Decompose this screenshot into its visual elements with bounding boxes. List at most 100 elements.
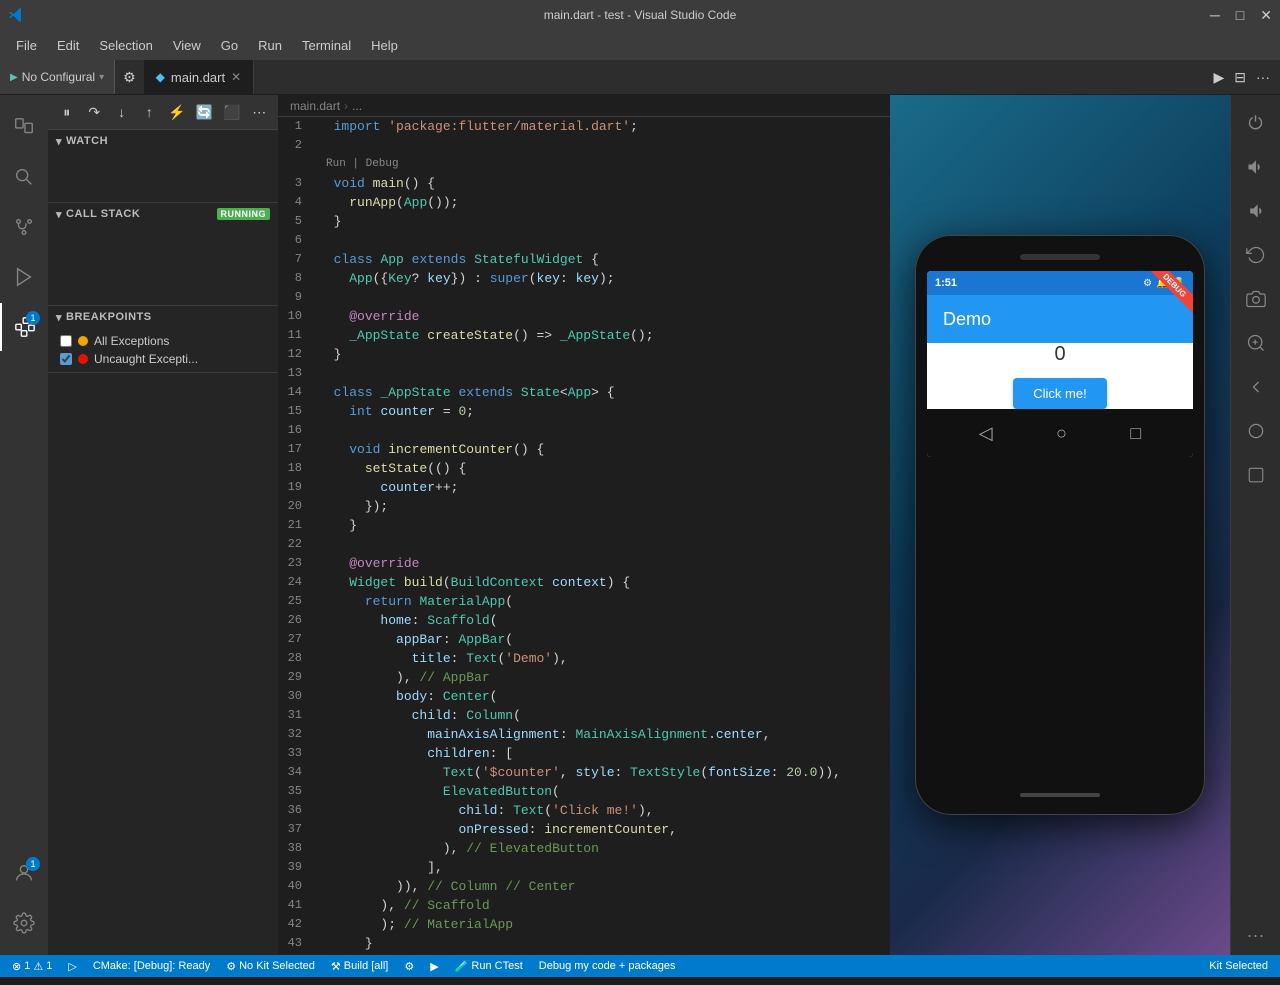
statusbar-right: Kit Selected (1205, 960, 1272, 972)
all-exceptions-label: All Exceptions (94, 334, 169, 348)
activity-extensions[interactable]: 1 (0, 303, 48, 351)
phone-recents-button[interactable]: □ (1130, 423, 1141, 444)
warning-icon: ⚠ (33, 960, 43, 973)
titlebar: main.dart - test - Visual Studio Code ─ … (0, 0, 1280, 30)
activity-bottom: 1 (0, 849, 48, 955)
breakpoints-content: All Exceptions Uncaught Excepti... (48, 328, 278, 372)
pause-button[interactable]: ⏸ (54, 98, 80, 126)
phone-counter-value: 0 (1054, 343, 1065, 366)
stop-button[interactable]: ⬛ (219, 98, 245, 126)
test-icon: 🧪 (455, 960, 469, 973)
run-config-selector[interactable]: ▶ No Configural ▾ (0, 60, 115, 94)
menu-go[interactable]: Go (213, 34, 246, 57)
call-stack-header[interactable]: ▾ CALL STACK RUNNING (48, 203, 278, 225)
warning-count: 1 (46, 960, 52, 972)
extensions-badge: 1 (26, 311, 40, 325)
phone-click-me-button[interactable]: Click me! (1013, 378, 1106, 409)
statusbar-run-button[interactable]: ▷ (64, 960, 80, 973)
volume-up-tool-button[interactable] (1236, 147, 1276, 187)
breadcrumb-separator: › (344, 99, 348, 113)
tab-close-icon[interactable]: ✕ (231, 70, 241, 84)
back-nav-tool-button[interactable] (1236, 367, 1276, 407)
statusbar-errors[interactable]: ⊗ 1 ⚠ 1 (8, 960, 56, 973)
statusbar-settings-item[interactable]: ⚙ (400, 960, 418, 973)
activity-run-debug[interactable] (0, 253, 48, 301)
run-ctest-label: Run CTest (471, 960, 522, 972)
hot-reload-button[interactable]: 🔄 (192, 98, 218, 126)
code-line-34: 34 Text('$counter', style: TextStyle(fon… (278, 763, 890, 782)
menubar: File Edit Selection View Go Run Terminal… (0, 30, 1280, 60)
watch-label: WATCH (66, 135, 108, 147)
watch-chevron-icon: ▾ (56, 135, 62, 148)
phone-home-button[interactable]: ○ (1056, 423, 1067, 444)
recents-nav-tool-button[interactable] (1236, 455, 1276, 495)
debug-tag: DEBUG (1147, 271, 1193, 313)
volume-down-tool-button[interactable] (1236, 191, 1276, 231)
phone-panel: DEBUG 1:51 ⚙ 🔔 🔋 Demo (890, 95, 1230, 955)
call-stack-label: CALL STACK (66, 208, 140, 220)
menu-run[interactable]: Run (250, 34, 290, 57)
explorer-icon (13, 116, 35, 138)
settings-gear-icon[interactable]: ⚙ (115, 69, 144, 86)
menu-view[interactable]: View (165, 34, 209, 57)
statusbar-no-kit[interactable]: ⚙ No Kit Selected (222, 960, 319, 973)
activity-search[interactable] (0, 153, 48, 201)
activity-explorer[interactable] (0, 103, 48, 151)
build-target: [all] (371, 960, 388, 972)
statusbar-debug-packages[interactable]: Debug my code + packages (535, 960, 680, 972)
uncaught-checkbox[interactable] (60, 353, 72, 365)
all-exceptions-dot (78, 336, 88, 346)
statusbar-run-cmake[interactable]: ▶ (426, 960, 442, 973)
activity-account[interactable]: 1 (0, 849, 48, 897)
code-editor[interactable]: 1 import 'package:flutter/material.dart'… (278, 117, 890, 955)
code-line-30: 30 body: Center( (278, 687, 890, 706)
code-line-4: 4 runApp(App()); (278, 193, 890, 212)
code-line-2: 2 (278, 136, 890, 155)
run-button[interactable]: ▶ (1213, 69, 1224, 86)
menu-edit[interactable]: Edit (49, 34, 87, 57)
power-tool-button[interactable]: ⏻ (1236, 103, 1276, 143)
rotate-tool-button[interactable] (1236, 235, 1276, 275)
statusbar-cmake-status[interactable]: CMake: [Debug]: Ready (89, 960, 214, 972)
minimize-button[interactable]: ─ (1210, 7, 1220, 23)
code-line-23: 23 @override (278, 554, 890, 573)
watch-header[interactable]: ▾ WATCH (48, 130, 278, 152)
more-actions-icon[interactable]: ··· (1256, 69, 1270, 85)
rotate-icon (1246, 245, 1266, 265)
breakpoints-header[interactable]: ▾ BREAKPOINTS (48, 306, 278, 328)
step-into-button[interactable]: ↓ (109, 98, 135, 126)
debug-tag-container: DEBUG (1143, 271, 1193, 321)
activity-settings[interactable] (0, 899, 48, 947)
maximize-button[interactable]: □ (1236, 7, 1244, 23)
breadcrumb-file[interactable]: main.dart (290, 99, 340, 113)
step-over-button[interactable]: ↷ (82, 98, 108, 126)
code-line-29: 29 ), // AppBar (278, 668, 890, 687)
titlebar-left (8, 7, 24, 23)
debug-more-icon[interactable]: ⋯ (247, 98, 273, 126)
kit-selected-label: Kit Selected (1209, 960, 1268, 972)
step-out-button[interactable]: ↑ (137, 98, 163, 126)
all-exceptions-checkbox[interactable] (60, 335, 72, 347)
file-tab-main-dart[interactable]: ◆ main.dart ✕ (144, 60, 255, 94)
statusbar-kit-selected[interactable]: Kit Selected (1205, 960, 1272, 972)
statusbar-build[interactable]: ⚒ Build [all] (327, 960, 392, 973)
menu-selection[interactable]: Selection (91, 34, 160, 57)
menu-help[interactable]: Help (363, 34, 406, 57)
device-tools-panel: ⏻ ··· (1230, 95, 1280, 955)
camera-tool-button[interactable] (1236, 279, 1276, 319)
restart-button[interactable]: ⚡ (164, 98, 190, 126)
run-debug-link[interactable]: Run | Debug (326, 155, 399, 174)
breadcrumb-context[interactable]: ... (352, 99, 362, 113)
activity-source-control[interactable] (0, 203, 48, 251)
zoom-tool-button[interactable] (1236, 323, 1276, 363)
code-line-33: 33 children: [ (278, 744, 890, 763)
split-editor-icon[interactable]: ⊟ (1234, 69, 1246, 86)
more-device-tools-button[interactable]: ··· (1236, 915, 1276, 955)
menu-terminal[interactable]: Terminal (294, 34, 359, 57)
statusbar-run-ctest[interactable]: 🧪 Run CTest (451, 960, 527, 973)
build-icon: ⚒ (331, 960, 341, 973)
menu-file[interactable]: File (8, 34, 45, 57)
close-button[interactable]: ✕ (1260, 7, 1272, 24)
home-nav-tool-button[interactable] (1236, 411, 1276, 451)
phone-back-button[interactable]: ◁ (979, 423, 993, 444)
